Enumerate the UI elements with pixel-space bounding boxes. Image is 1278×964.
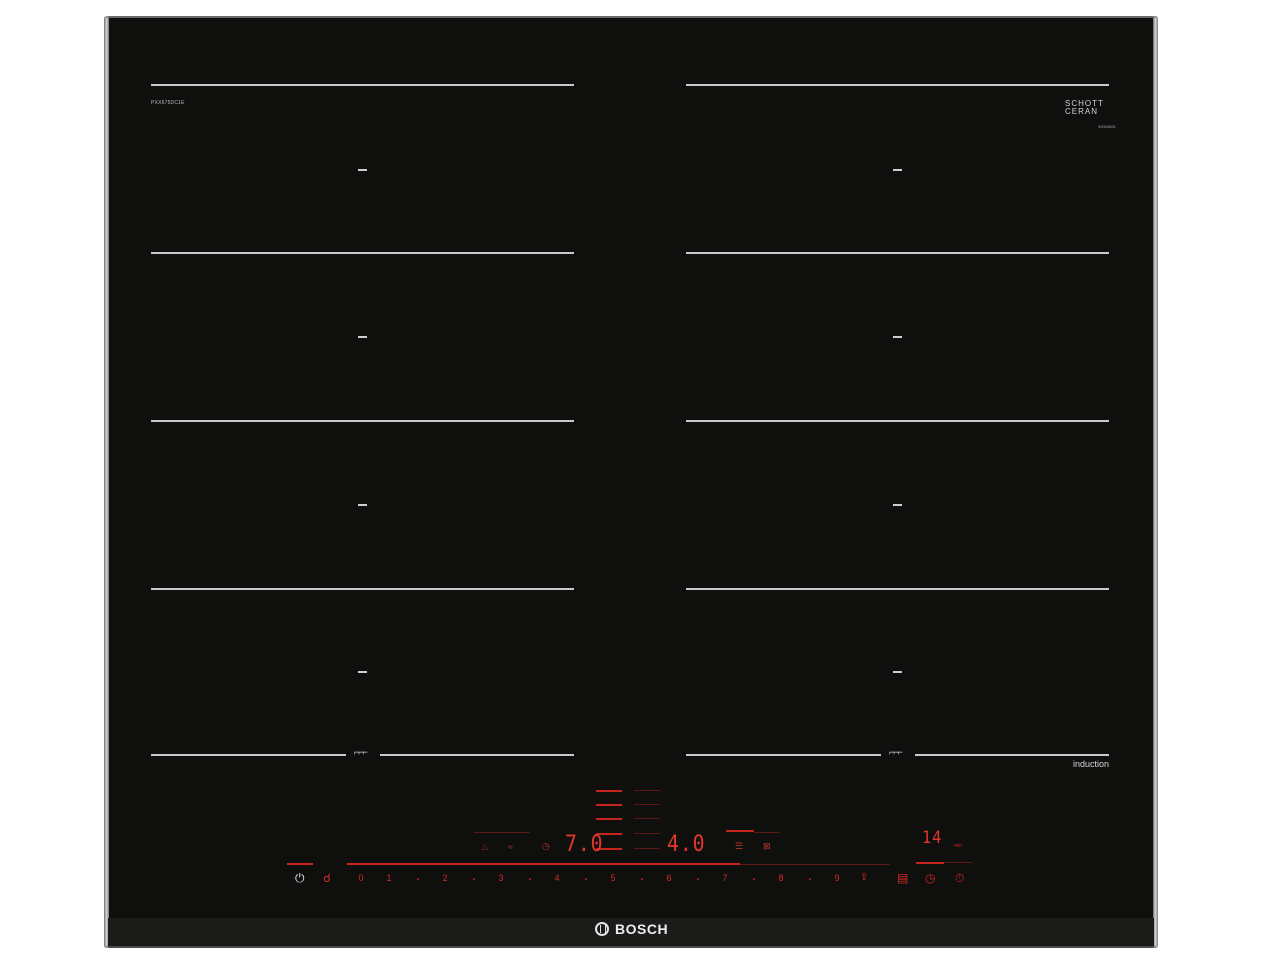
frying-sensor-icon[interactable]: ♨ bbox=[481, 842, 489, 853]
zone-mark-left-2 bbox=[358, 336, 367, 338]
left-power-display: 7.0 bbox=[565, 832, 604, 857]
timer-display: 14 bbox=[922, 828, 943, 848]
scale-dot bbox=[753, 878, 755, 880]
zone-mark-right-1 bbox=[893, 169, 902, 171]
zone-mark-right-2 bbox=[893, 336, 902, 338]
menu-indicator-bar bbox=[726, 830, 754, 832]
power-level-fill bbox=[347, 863, 740, 865]
power-level-1[interactable]: 1 bbox=[383, 873, 395, 883]
left-zone-line-1 bbox=[151, 84, 574, 86]
cooking-sensor-icon[interactable]: ≈ bbox=[508, 842, 513, 852]
frying-sensor-icon[interactable]: ⊠ bbox=[763, 841, 771, 852]
power-level-9[interactable]: 9 bbox=[831, 873, 843, 883]
timer-indicator-bar bbox=[916, 862, 944, 864]
left-zone-line-4 bbox=[151, 588, 574, 590]
timer-indicator-bar-dim bbox=[944, 862, 972, 863]
zone-mark-left-3 bbox=[358, 504, 367, 506]
timer-icon[interactable]: ◷ bbox=[925, 872, 935, 884]
scale-dot bbox=[641, 878, 643, 880]
zone-select-right-4[interactable] bbox=[634, 833, 660, 834]
right-power-display: 4.0 bbox=[667, 832, 706, 857]
right-zone-line-4 bbox=[686, 588, 1109, 590]
zone-select-right-2[interactable] bbox=[634, 804, 660, 805]
power-level-5[interactable]: 5 bbox=[607, 873, 619, 883]
right-zone-line-2 bbox=[686, 252, 1109, 254]
frame-right-edge bbox=[1153, 18, 1158, 946]
bosch-armature-icon bbox=[595, 922, 609, 936]
glass-brand-line2: CERAN bbox=[1065, 107, 1099, 116]
scale-dot bbox=[585, 878, 587, 880]
zone-select-right-5[interactable] bbox=[634, 848, 660, 849]
left-zone-line-2 bbox=[151, 252, 574, 254]
sensor-indicator-bar bbox=[474, 832, 530, 833]
zone-mark-right-3 bbox=[893, 504, 902, 506]
zone-select-right-3[interactable] bbox=[634, 818, 660, 819]
model-label: PXX675DC1E bbox=[151, 100, 185, 106]
zone-mark-left-4 bbox=[358, 671, 367, 673]
menu-indicator-bar-dim bbox=[754, 832, 780, 833]
glass-brand-subtext: 90002891 bbox=[1098, 124, 1116, 129]
move-icon[interactable]: ▤ bbox=[897, 872, 908, 884]
child-lock-icon[interactable]: ☌ bbox=[323, 872, 331, 884]
scale-dot bbox=[809, 878, 811, 880]
scale-dot bbox=[473, 878, 475, 880]
induction-cooktop: PXX675DC1E SCHOTT CERAN 90002891 ⌐⌐⌐ ⌐⌐⌐… bbox=[104, 16, 1158, 948]
left-zone-line-5b bbox=[380, 754, 574, 756]
induction-label: induction bbox=[1073, 759, 1110, 769]
power-level-2[interactable]: 2 bbox=[439, 873, 451, 883]
power-level-track bbox=[740, 864, 890, 865]
power-indicator-bar bbox=[287, 863, 313, 865]
power-level-8[interactable]: 8 bbox=[775, 873, 787, 883]
right-zone-line-5b bbox=[915, 754, 1109, 756]
power-level-4[interactable]: 4 bbox=[551, 873, 563, 883]
power-level-7[interactable]: 7 bbox=[719, 873, 731, 883]
zone-mark-left-1 bbox=[358, 169, 367, 171]
boost-icon[interactable]: ⇪ bbox=[860, 872, 868, 884]
clock-small-icon: ◷ bbox=[542, 841, 550, 851]
right-flexzone-symbol: ⌐⌐⌐ bbox=[889, 747, 903, 757]
power-icon[interactable]: ⏻ bbox=[295, 872, 305, 884]
frame-left-edge bbox=[104, 18, 109, 946]
right-zone-line-3 bbox=[686, 420, 1109, 422]
glass-brand: SCHOTT CERAN bbox=[1065, 100, 1104, 116]
scale-dot bbox=[417, 878, 419, 880]
zone-mark-right-4 bbox=[893, 671, 902, 673]
left-zone-line-5a bbox=[151, 754, 346, 756]
stopwatch-icon[interactable]: ⏱ bbox=[955, 872, 964, 884]
power-level-6[interactable]: 6 bbox=[663, 873, 675, 883]
zone-select-left-3[interactable] bbox=[596, 818, 622, 820]
zone-select-left-1[interactable] bbox=[596, 790, 622, 792]
left-flexzone-symbol: ⌐⌐⌐ bbox=[354, 747, 368, 757]
left-zone-line-3 bbox=[151, 420, 574, 422]
brand-logo: BOSCH bbox=[595, 921, 668, 937]
right-zone-line-5a bbox=[686, 754, 881, 756]
brand-name: BOSCH bbox=[615, 921, 669, 937]
right-zone-line-1 bbox=[686, 84, 1109, 86]
scale-dot bbox=[529, 878, 531, 880]
zone-select-right-1[interactable] bbox=[634, 790, 660, 791]
scale-dot bbox=[697, 878, 699, 880]
timer-unit: min bbox=[954, 843, 963, 849]
power-level-0[interactable]: 0 bbox=[355, 873, 367, 883]
zone-select-left-2[interactable] bbox=[596, 804, 622, 806]
menu-icon[interactable]: ☰ bbox=[735, 841, 743, 852]
power-level-3[interactable]: 3 bbox=[495, 873, 507, 883]
